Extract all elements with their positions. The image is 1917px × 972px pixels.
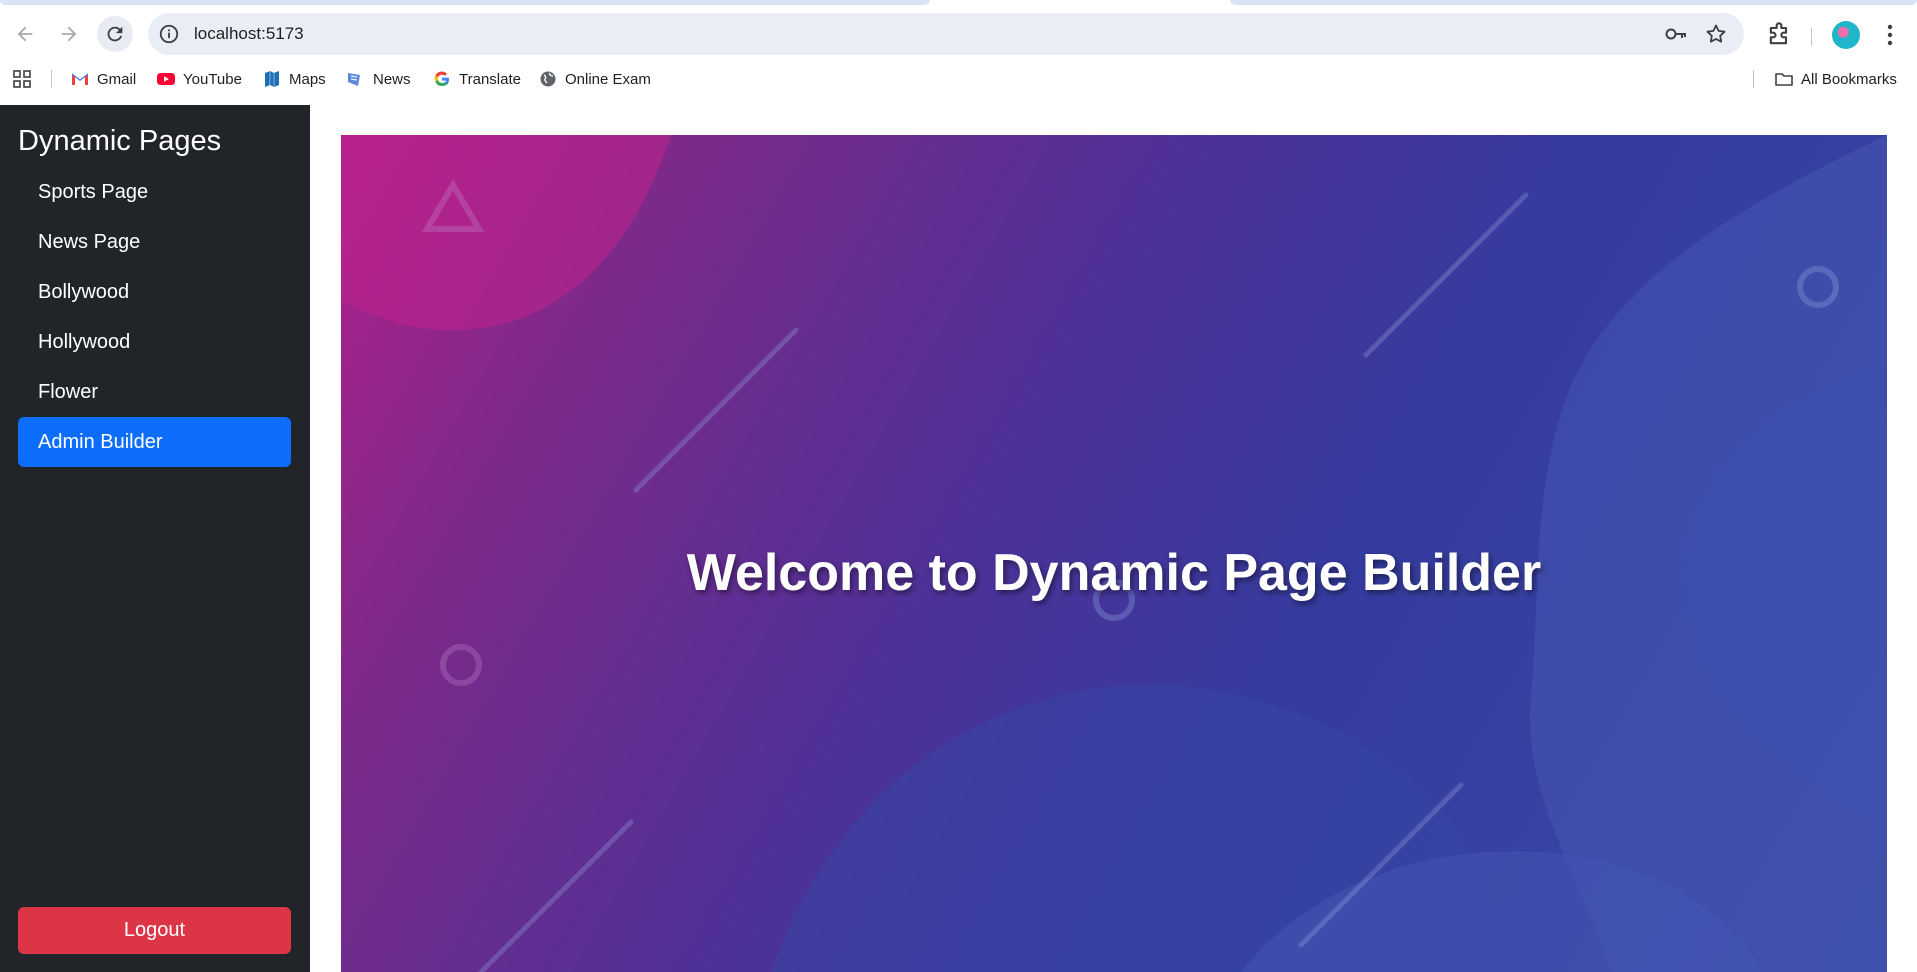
bookmarks-divider	[51, 70, 52, 88]
reload-icon	[107, 26, 123, 42]
brand-title: Dynamic Pages	[18, 125, 222, 157]
bookmarks-divider	[1753, 70, 1754, 88]
bookmark-label: YouTube	[183, 70, 242, 88]
news-icon	[348, 73, 360, 86]
bookmark-label: Gmail	[97, 70, 137, 88]
browser-chrome: localhost:5173 Gmail YouTube Maps News T…	[0, 0, 1917, 105]
sidebar-item-label: Hollywood	[38, 330, 131, 353]
bookmark-translate[interactable]: Translate	[432, 68, 521, 90]
sidebar-item-label: Admin Builder	[38, 430, 163, 453]
sidebar-item-label: Bollywood	[38, 280, 130, 303]
google-icon	[434, 71, 449, 87]
sidebar-item-label: News Page	[38, 230, 141, 253]
youtube-icon	[157, 73, 175, 85]
bookmark-maps[interactable]: Maps	[262, 68, 326, 90]
arrow-left-icon	[17, 26, 33, 42]
folder-icon	[1775, 73, 1793, 86]
hero-banner: Welcome to Dynamic Page Builder	[341, 135, 1887, 972]
all-bookmarks-label: All Bookmarks	[1801, 70, 1897, 88]
app-root: Dynamic Pages Sports Page News Page Boll…	[0, 105, 1917, 972]
forward-button[interactable]	[51, 16, 87, 52]
toolbar-divider	[1811, 28, 1812, 46]
bookmark-label: News	[373, 70, 411, 88]
sidebar-item-news-page[interactable]: News Page	[18, 217, 291, 267]
sidebar-nav: Sports Page News Page Bollywood Hollywoo…	[18, 167, 291, 467]
sidebar-item-bollywood[interactable]: Bollywood	[18, 267, 291, 317]
arrow-right-icon	[61, 26, 77, 42]
tab-strip	[0, 0, 1917, 6]
sidebar-item-sports-page[interactable]: Sports Page	[18, 167, 291, 217]
bookmark-label: Translate	[459, 70, 521, 88]
sidebar-item-admin-builder[interactable]: Admin Builder	[18, 417, 291, 467]
profile-avatar[interactable]	[1832, 21, 1860, 49]
hero-title: Welcome to Dynamic Page Builder	[686, 544, 1542, 602]
bookmark-youtube[interactable]: YouTube	[156, 68, 242, 90]
bookmark-star-icon[interactable]	[1704, 22, 1728, 46]
bookmark-label: Online Exam	[565, 70, 651, 88]
site-info-icon[interactable]	[158, 23, 180, 45]
all-bookmarks-button[interactable]: All Bookmarks	[1774, 68, 1897, 90]
reload-button[interactable]	[97, 16, 133, 52]
sidebar-item-label: Flower	[38, 380, 99, 403]
sidebar-item-hollywood[interactable]: Hollywood	[18, 317, 291, 367]
bookmark-online-exam[interactable]: Online Exam	[538, 68, 651, 90]
main-content: Welcome to Dynamic Page Builder	[310, 105, 1917, 972]
sidebar: Dynamic Pages Sports Page News Page Boll…	[0, 105, 310, 972]
extensions-icon[interactable]	[1765, 21, 1793, 49]
maps-icon	[265, 71, 279, 87]
sidebar-item-label: Sports Page	[38, 180, 149, 203]
bookmarks-bar: Gmail YouTube Maps News Translate Online…	[0, 60, 1917, 98]
url-text[interactable]: localhost:5173	[194, 24, 304, 44]
more-menu-icon[interactable]	[1886, 23, 1894, 47]
gmail-icon	[71, 73, 89, 85]
globe-icon	[540, 71, 556, 87]
bookmark-gmail[interactable]: Gmail	[70, 68, 136, 90]
apps-grid-icon[interactable]	[12, 69, 32, 89]
bookmark-label: Maps	[289, 70, 326, 88]
sidebar-item-flower[interactable]: Flower	[18, 367, 291, 417]
logout-button[interactable]: Logout	[18, 907, 291, 954]
password-key-icon[interactable]	[1664, 24, 1688, 44]
address-bar[interactable]: localhost:5173	[148, 13, 1744, 55]
bookmark-news[interactable]: News	[346, 68, 411, 90]
back-button[interactable]	[7, 16, 43, 52]
browser-toolbar: localhost:5173	[0, 8, 1917, 58]
